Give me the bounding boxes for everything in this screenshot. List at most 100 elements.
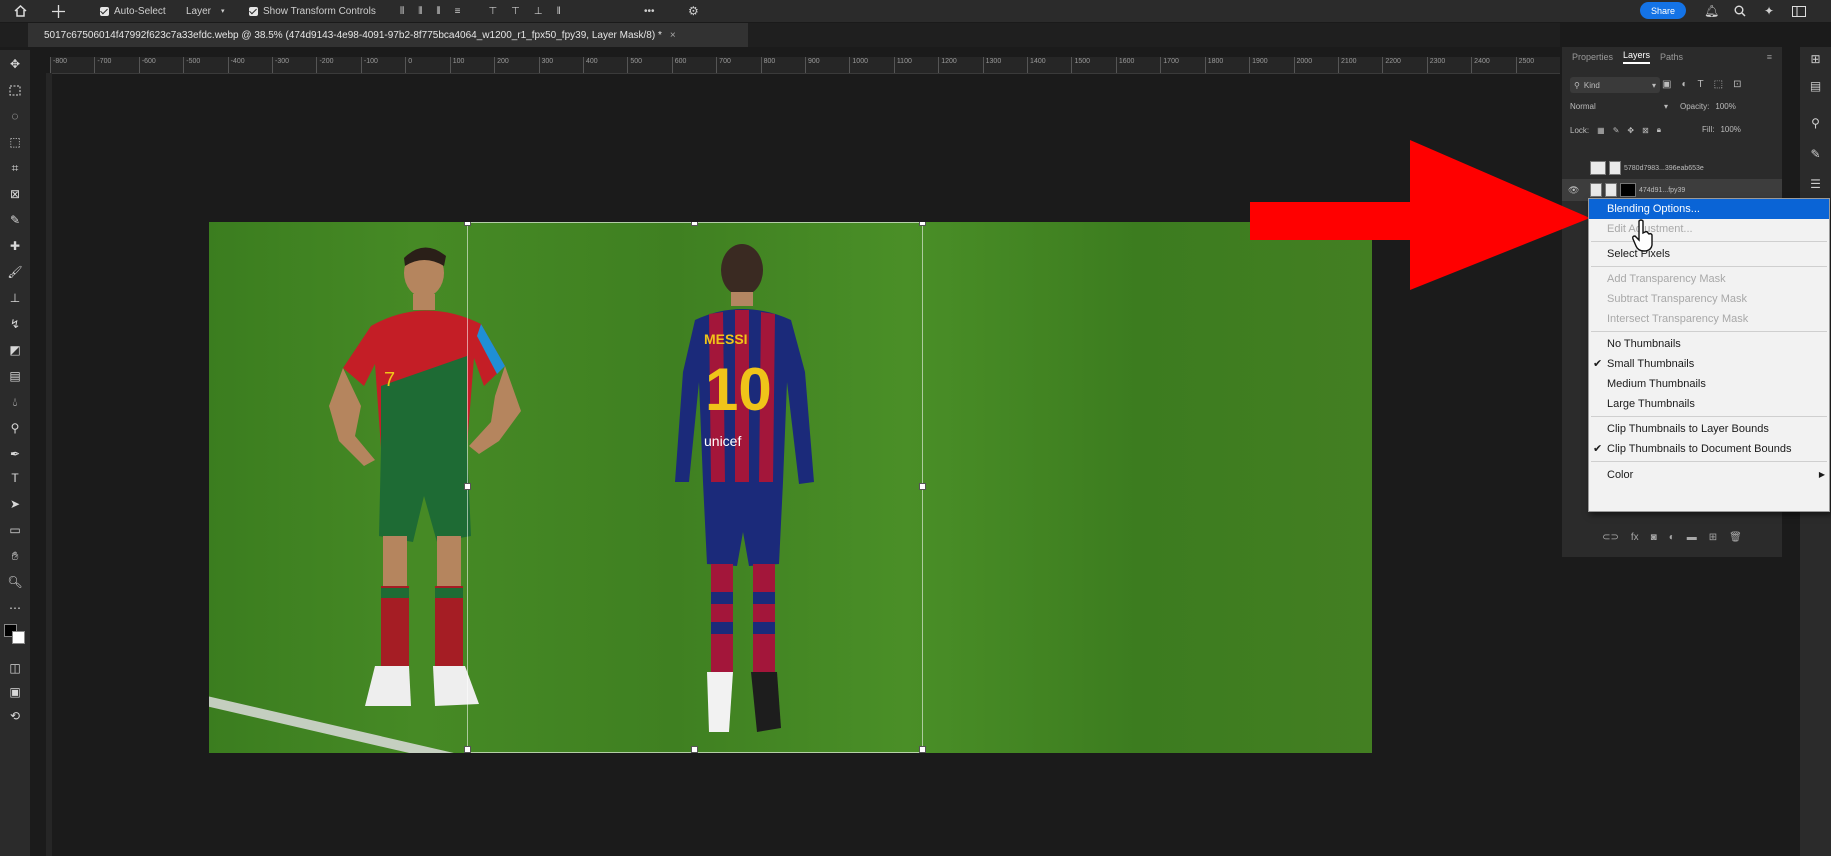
move-tool-icon[interactable]: ✥ <box>6 56 24 72</box>
pen-tool-icon[interactable]: ✒ <box>6 446 24 462</box>
fx-icon[interactable]: fx <box>1631 532 1639 543</box>
filter-shape-icon[interactable]: ⬚ <box>1714 79 1723 90</box>
lock-paint-icon[interactable]: ✎ <box>1613 126 1620 135</box>
transform-handle[interactable] <box>464 222 471 226</box>
move-tool-icon[interactable] <box>52 0 65 22</box>
healing-brush-tool-icon[interactable]: ✚ <box>6 238 24 254</box>
crop-tool-icon[interactable]: ⌗ <box>6 160 24 176</box>
close-icon[interactable]: × <box>670 30 676 41</box>
group-folder-icon[interactable]: ▬ <box>1687 532 1697 543</box>
menu-item-color[interactable]: Color ▶ <box>1589 465 1829 485</box>
tab-layers[interactable]: Layers <box>1623 50 1651 64</box>
share-button[interactable]: Share <box>1640 2 1686 19</box>
show-transform-checkbox[interactable]: Show Transform Controls <box>249 0 376 22</box>
distribute-icon[interactable]: ≡ <box>455 6 461 17</box>
new-layer-icon[interactable]: ⊞ <box>1709 532 1717 543</box>
transform-handle[interactable] <box>919 222 926 226</box>
comments-icon[interactable]: ▤ <box>1809 79 1822 93</box>
menu-item-no-thumbnails[interactable]: No Thumbnails <box>1589 334 1829 354</box>
filter-adjustment-icon[interactable]: ◐ <box>1681 79 1687 90</box>
transform-handle[interactable] <box>919 483 926 490</box>
rectangle-tool-icon[interactable]: ▭ <box>6 522 24 538</box>
align-top-icon[interactable]: ⊤ <box>488 6 497 17</box>
gear-icon[interactable]: ⚙ <box>688 0 699 22</box>
gradient-tool-icon[interactable]: ▤ <box>6 368 24 384</box>
history-brush-tool-icon[interactable]: ↯ <box>6 316 24 332</box>
quick-mask-icon[interactable]: ◫ <box>6 660 24 676</box>
link-layers-icon[interactable]: ⊂⊃ <box>1602 532 1619 543</box>
filter-kind-select[interactable]: ⚲ Kind ▾ <box>1570 77 1660 93</box>
frame-tool-icon[interactable]: ⊠ <box>6 186 24 202</box>
menu-item-select-pixels[interactable]: Select Pixels <box>1589 244 1829 264</box>
learn-icon[interactable]: ⚲ <box>1809 116 1822 130</box>
distribute-vertical-icon[interactable]: ‖ <box>557 6 561 17</box>
share-tool-icon[interactable]: ⟲ <box>6 708 24 724</box>
kind-label: Kind <box>1583 80 1600 90</box>
layer-mask-thumbnail[interactable] <box>1620 183 1636 197</box>
blur-tool-icon[interactable]: 💧︎ <box>6 394 24 410</box>
hand-tool-icon[interactable]: ✋︎ <box>6 548 24 564</box>
filter-pixel-icon[interactable]: ▣ <box>1662 79 1671 90</box>
zoom-tool-icon[interactable]: 🔍︎ <box>6 574 24 590</box>
lock-all-icon[interactable]: 🔒︎ <box>1657 125 1661 135</box>
filter-smart-object-icon[interactable]: ⊡ <box>1733 79 1741 90</box>
layer-row[interactable]: 5780d7983...396eab653e <box>1562 157 1782 179</box>
tab-paths[interactable]: Paths <box>1660 52 1683 62</box>
canvas-image[interactable]: 7 MESSI 10 unicef <box>209 222 1372 753</box>
blend-mode-select[interactable]: Normal ▾ <box>1570 102 1668 111</box>
transform-handle[interactable] <box>464 483 471 490</box>
object-select-tool-icon[interactable]: ⬚ <box>6 134 24 150</box>
menu-item-clip-document-bounds[interactable]: ✔ Clip Thumbnails to Document Bounds <box>1589 439 1829 459</box>
opacity-control[interactable]: Opacity: 100% <box>1680 102 1736 111</box>
adjustments-icon[interactable]: ☰ <box>1809 177 1822 191</box>
align-bottom-icon[interactable]: ⊥ <box>534 6 543 17</box>
lock-pixels-icon[interactable]: ▦ <box>1597 126 1605 135</box>
marquee-tool-icon[interactable] <box>6 82 24 98</box>
lightbulb-icon[interactable]: ✦ <box>1764 0 1774 22</box>
transform-handle[interactable] <box>691 222 698 226</box>
search-icon[interactable] <box>1734 0 1746 22</box>
menu-item-small-thumbnails[interactable]: ✔ Small Thumbnails <box>1589 354 1829 374</box>
trash-icon[interactable]: 🗑︎ <box>1729 532 1742 543</box>
panel-menu-icon[interactable]: ≡ <box>1767 52 1772 62</box>
menu-item-large-thumbnails[interactable]: Large Thumbnails <box>1589 394 1829 414</box>
align-middle-icon[interactable]: ⊤ <box>511 6 520 17</box>
ruler-tick-label: 1600 <box>1115 57 1160 73</box>
transform-handle[interactable] <box>464 746 471 753</box>
more-tools-icon[interactable]: ⋯ <box>6 600 24 616</box>
menu-item-medium-thumbnails[interactable]: Medium Thumbnails <box>1589 374 1829 394</box>
eraser-tool-icon[interactable]: ◩ <box>6 342 24 358</box>
clone-stamp-tool-icon[interactable]: ⊥ <box>6 290 24 306</box>
libraries-icon[interactable]: ⊞ <box>1809 52 1822 66</box>
background-color-swatch[interactable] <box>12 631 25 644</box>
fill-control[interactable]: Fill: 100% <box>1702 125 1741 134</box>
home-icon[interactable] <box>14 0 27 22</box>
tab-properties[interactable]: Properties <box>1572 52 1613 62</box>
type-tool-icon[interactable]: T <box>6 470 24 486</box>
screen-mode-icon[interactable]: ▣ <box>6 684 24 700</box>
lasso-tool-icon[interactable]: ◌ <box>6 108 24 124</box>
transform-handle[interactable] <box>691 746 698 753</box>
adjustment-layer-icon[interactable]: ◐ <box>1669 532 1675 543</box>
transform-handle[interactable] <box>919 746 926 753</box>
lock-artboard-icon[interactable]: ⊠ <box>1642 126 1649 135</box>
auto-select-checkbox[interactable]: Auto-Select <box>100 0 166 22</box>
brush-settings-icon[interactable]: ✎ <box>1809 147 1822 161</box>
more-options-button[interactable]: ••• <box>644 0 655 22</box>
workspace-icon[interactable] <box>1792 0 1806 22</box>
bell-icon[interactable]: 🔔︎ <box>1704 0 1719 22</box>
brush-tool-icon[interactable]: 🖌︎ <box>6 264 24 280</box>
filter-type-icon[interactable]: T <box>1698 79 1704 90</box>
layer-select[interactable]: Layer ▾ <box>186 0 225 22</box>
document-tab[interactable]: 5017c67506014f47992f623c7a33efdc.webp @ … <box>28 23 748 47</box>
add-mask-icon[interactable]: ◙ <box>1651 532 1657 543</box>
dodge-tool-icon[interactable]: ⚲ <box>6 420 24 436</box>
lock-position-icon[interactable]: ✥ <box>1627 126 1634 135</box>
align-right-icon[interactable]: ⫴ <box>436 6 440 17</box>
align-center-icon[interactable]: ⫴ <box>418 6 422 17</box>
path-select-tool-icon[interactable]: ➤ <box>6 496 24 512</box>
eyedropper-tool-icon[interactable]: ✎ <box>6 212 24 228</box>
menu-item-clip-layer-bounds[interactable]: Clip Thumbnails to Layer Bounds <box>1589 419 1829 439</box>
menu-item-blending-options[interactable]: Blending Options... <box>1589 199 1829 219</box>
align-left-icon[interactable]: ⫴ <box>400 6 404 17</box>
